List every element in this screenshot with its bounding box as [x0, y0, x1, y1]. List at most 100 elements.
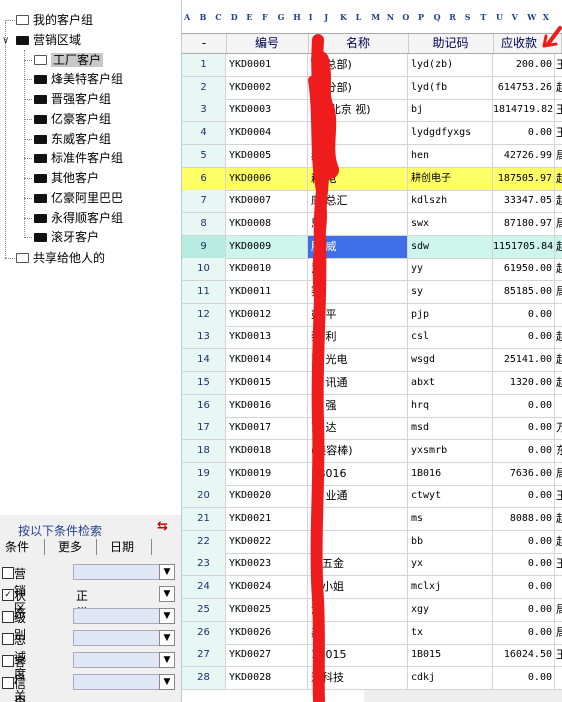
cell-extra[interactable]: 赵 [555, 531, 562, 553]
cell-receivable[interactable]: 0.00 [493, 666, 555, 689]
tree-node-sales-area[interactable]: 营销区域 [16, 31, 81, 49]
row-index[interactable]: 13 [182, 326, 226, 349]
row-index[interactable]: 1 [182, 54, 226, 76]
cell-name[interactable]: 鑫五金 [308, 553, 408, 576]
cell-code[interactable]: YKD0018 [226, 439, 308, 462]
cell-mnemonic[interactable]: lydgdfyxgs [408, 122, 493, 145]
cell-receivable[interactable]: 0.00 [493, 553, 555, 576]
cell-name[interactable]: 赫 [308, 144, 408, 167]
horizontal-scrollbar[interactable] [364, 690, 562, 702]
tree-node-factory-customers[interactable]: 工厂客户 [34, 51, 104, 69]
row-index[interactable]: 15 [182, 371, 226, 394]
table-row[interactable]: 21YKD0021 思ms8088.00赵 [182, 508, 562, 531]
dropdown-arrow-icon[interactable]: ▼ [159, 652, 175, 668]
cell-code[interactable]: YKD0026 [226, 621, 308, 644]
cell-code[interactable]: YKD0012 [226, 303, 308, 326]
table-row[interactable]: 14YKD0014万 光电wsgd25141.00赵 [182, 349, 562, 373]
cell-receivable[interactable]: 85185.00 [493, 281, 555, 303]
cell-name[interactable]: 利 总部) [308, 54, 408, 76]
cell-mnemonic[interactable]: 耕创电子 [408, 167, 493, 190]
row-index[interactable]: 7 [182, 190, 226, 213]
level-select[interactable] [73, 608, 161, 624]
table-row[interactable]: 7YKD0007康 总汇kdlszh33347.05赵 [182, 190, 562, 214]
cell-name[interactable]: 思 [308, 212, 408, 235]
cell-mnemonic[interactable]: ctwyt [408, 485, 493, 508]
cell-name[interactable]: 鑫 [308, 621, 408, 644]
cell-receivable[interactable]: 0.00 [493, 122, 555, 145]
cell-receivable[interactable]: 16024.50 [493, 644, 555, 667]
table-row[interactable]: 27YKD00271B0151B01516024.50王 [182, 644, 562, 668]
cell-extra[interactable]: 赵 [555, 190, 562, 212]
cell-mnemonic[interactable]: lyd(fb [408, 76, 493, 99]
cell-receivable[interactable]: 42726.99 [493, 144, 555, 167]
cell-receivable[interactable]: 0.00 [493, 621, 555, 644]
cell-code[interactable]: YKD0027 [226, 644, 308, 667]
cell-code[interactable]: YKD0010 [226, 258, 308, 281]
cell-receivable[interactable]: 7636.00 [493, 462, 555, 485]
cell-code[interactable]: YKD0015 [226, 371, 308, 394]
cell-code[interactable]: YKD0007 [226, 190, 308, 213]
cell-mnemonic[interactable]: mclxj [408, 576, 493, 599]
cell-receivable[interactable]: 200.00 [493, 54, 555, 76]
table-row[interactable]: 6YKD0006耕 电耕创电子187505.97赵 [182, 167, 562, 191]
cell-extra[interactable] [555, 667, 562, 689]
relationship-select[interactable] [73, 652, 161, 668]
cell-receivable[interactable]: 1814719.82 [493, 99, 555, 122]
cell-code[interactable]: YKD0022 [226, 530, 308, 553]
row-index[interactable]: 10 [182, 258, 226, 281]
cell-mnemonic[interactable]: ms [408, 508, 493, 530]
cell-mnemonic[interactable]: cdkj [408, 666, 493, 689]
table-row[interactable]: 9YKD0009胜 威sdw1151705.84赵 [182, 235, 562, 259]
status-checkbox[interactable]: ✓ [2, 589, 14, 601]
level-checkbox[interactable] [2, 611, 14, 623]
cell-receivable[interactable]: 0.00 [493, 598, 555, 621]
row-index[interactable]: 8 [182, 212, 226, 235]
cell-code[interactable]: YKD0023 [226, 553, 308, 576]
row-index[interactable]: 16 [182, 394, 226, 417]
cell-code[interactable]: YKD0017 [226, 417, 308, 440]
tree-node-group[interactable]: 东威客户组 [34, 130, 111, 148]
cell-name[interactable]: 意 [308, 258, 408, 281]
cell-extra[interactable]: 局 [555, 145, 562, 167]
cell-name[interactable]: 利 (北京 视) [308, 99, 408, 122]
table-row[interactable]: 18YKD0018 (美容棒)yxsmrb0.00东 [182, 439, 562, 463]
cell-receivable[interactable]: 0.00 [493, 417, 555, 440]
cell-extra[interactable]: 东 [555, 440, 562, 462]
table-row[interactable]: 11YKD0011赛sy85185.00局 [182, 281, 562, 304]
table-row[interactable]: 12 YKD0012 彭 平 pjp 0.00 [182, 303, 562, 327]
relationship-checkbox[interactable] [2, 655, 14, 667]
dropdown-arrow-icon[interactable]: ▼ [159, 608, 175, 624]
cell-name[interactable]: 安 讯通 [308, 371, 408, 394]
cell-code[interactable]: YKD0020 [226, 485, 308, 508]
cell-name[interactable]: 李小姐 [308, 576, 408, 599]
header-code[interactable]: 编号 [226, 34, 309, 53]
table-row[interactable]: 25YKD0025 源xgy0.00局 [182, 598, 562, 622]
loyalty-select[interactable] [73, 630, 161, 646]
cell-extra[interactable]: 局 [555, 213, 562, 235]
cell-code[interactable]: YKD0014 [226, 349, 308, 372]
table-row[interactable]: 17YKD0017苏 达msd0.00万 [182, 417, 562, 441]
cell-extra[interactable]: 局 [555, 622, 562, 644]
cell-receivable[interactable]: 8088.00 [493, 508, 555, 530]
cell-mnemonic[interactable]: yy [408, 258, 493, 281]
cell-mnemonic[interactable]: sy [408, 281, 493, 303]
table-row[interactable]: 4YKD0004利lydgdfyxgs0.00王 [182, 122, 562, 146]
cell-code[interactable]: YKD0019 [226, 462, 308, 485]
cell-code[interactable]: YKD0004 [226, 122, 308, 145]
cell-mnemonic[interactable]: sdw [408, 235, 493, 258]
cell-code[interactable]: YKD0011 [226, 281, 308, 303]
table-row[interactable]: 5YKD0005赫hen42726.99局 [182, 144, 562, 168]
cell-extra[interactable]: 局 [555, 281, 562, 303]
cell-extra[interactable]: 赵 [555, 372, 562, 394]
row-index[interactable]: 26 [182, 621, 226, 644]
cell-name[interactable]: 天 业通 [308, 485, 408, 508]
cell-extra[interactable] [555, 304, 562, 326]
cell-mnemonic[interactable]: lyd(zb) [408, 54, 493, 76]
cell-name[interactable]: 康 总汇 [308, 190, 408, 213]
table-row[interactable]: 1YKD0001利 总部)lyd(zb)200.00王 [182, 54, 562, 77]
cell-extra[interactable]: 王 [555, 99, 562, 121]
table-row[interactable]: 2YKD0002利 分部)lyd(fb614753.26赵 [182, 76, 562, 100]
cell-name[interactable]: 利 [308, 122, 408, 145]
cell-name[interactable]: 迪科技 [308, 666, 408, 689]
header-mnemonic[interactable]: 助记码 [408, 34, 494, 53]
